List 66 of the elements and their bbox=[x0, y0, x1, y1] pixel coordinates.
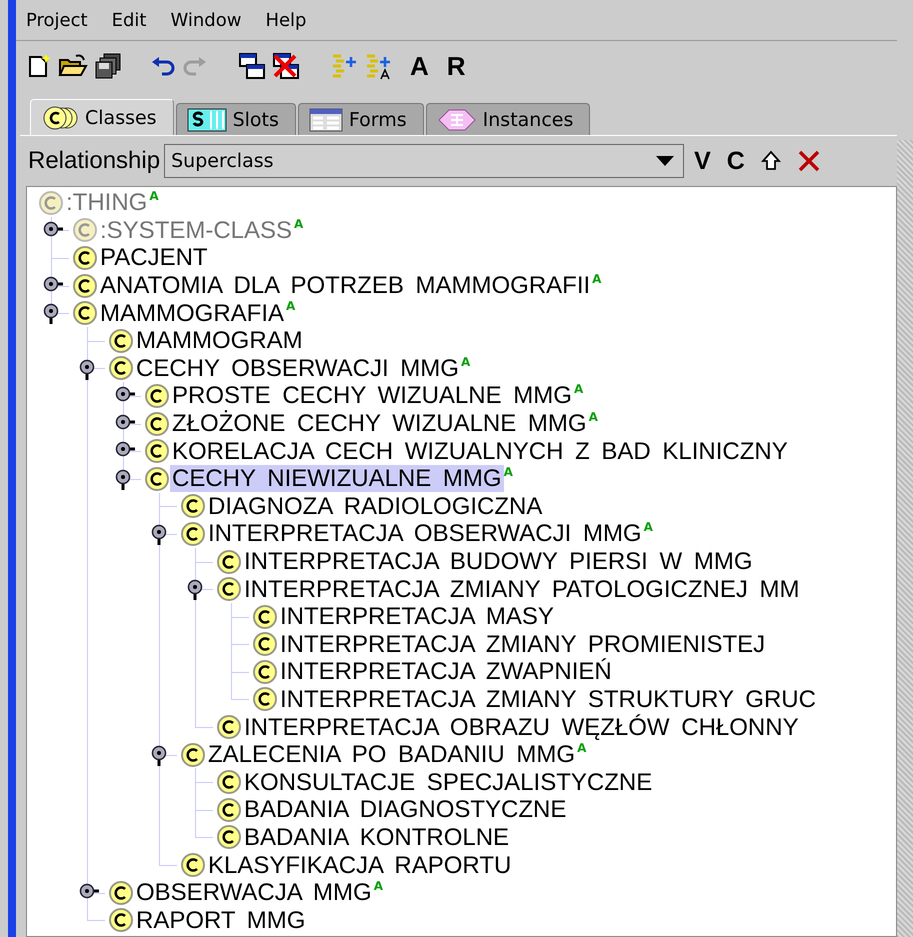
abstract-marker: A bbox=[574, 382, 584, 396]
tree-item[interactable]: INTERPRETACJA ZMIANY PROMIENISTEJ bbox=[278, 630, 768, 658]
view-button[interactable]: V bbox=[688, 146, 717, 176]
instance-icon bbox=[436, 108, 477, 132]
tree-item[interactable]: ZŁOŻONE CECHY WIZUALNE MMG bbox=[170, 410, 589, 438]
add-item-button[interactable] bbox=[330, 52, 358, 80]
abstract-marker: A bbox=[592, 272, 602, 286]
tab[interactable]: Slots bbox=[176, 103, 296, 135]
menu-item[interactable]: Window bbox=[170, 10, 242, 30]
slot-icon bbox=[186, 108, 227, 132]
menu-item[interactable]: Edit bbox=[112, 10, 146, 30]
tree-item[interactable]: RAPORT MMG bbox=[134, 906, 308, 934]
open-button[interactable] bbox=[58, 53, 88, 79]
save-button[interactable] bbox=[94, 53, 122, 79]
toolbar-button[interactable]: R bbox=[446, 50, 466, 82]
tab[interactable]: Instances bbox=[426, 103, 590, 135]
relationship-label: Relationship bbox=[28, 147, 160, 175]
tree-item[interactable]: PACJENT bbox=[98, 244, 210, 272]
caret-icon bbox=[655, 155, 676, 167]
tree-item[interactable]: KONSULTACJE SPECJALISTYCZNE bbox=[242, 768, 654, 796]
abstract-marker: A bbox=[504, 464, 513, 479]
abstract-marker: A bbox=[460, 354, 470, 369]
tree-item[interactable]: INTERPRETACJA MASY bbox=[278, 603, 556, 630]
tree-item[interactable]: KORELACJA CECH WIZUALNYCH Z BAD KLINICZNY bbox=[170, 438, 790, 465]
view-button[interactable]: C bbox=[720, 146, 751, 176]
tab[interactable]: Classes bbox=[30, 99, 174, 135]
tree-item[interactable]: BADANIA KONTROLNE bbox=[242, 824, 512, 851]
tree-item[interactable]: BADANIA DIAGNOSTYCZNE bbox=[242, 796, 568, 824]
tree-item[interactable]: INTERPRETACJA BUDOWY PIERSI W MMG bbox=[242, 548, 754, 576]
tree-item[interactable]: CECHY OBSERWACJI MMG bbox=[134, 354, 461, 382]
tab[interactable]: Forms bbox=[298, 103, 424, 135]
abstract-marker: A bbox=[588, 410, 598, 424]
tree-item[interactable]: INTERPRETACJA ZMIANY STRUKTURY GRUC bbox=[278, 686, 818, 713]
abstract-marker: A bbox=[644, 520, 653, 534]
tree-item[interactable]: DIAGNOZA RADIOLOGICZNA bbox=[206, 492, 544, 520]
new-button[interactable] bbox=[26, 53, 52, 79]
tree-item[interactable]: CECHY NIEWIZUALNE MMG bbox=[170, 465, 504, 492]
abstract-marker: A bbox=[149, 189, 159, 203]
abstract-marker: A bbox=[286, 299, 296, 314]
windows-button[interactable] bbox=[238, 52, 266, 80]
tree-item[interactable]: ANATOMIA DLA POTRZEB MAMMOGRAFII bbox=[98, 272, 592, 300]
abstract-marker: A bbox=[374, 878, 383, 893]
tree-item[interactable]: INTERPRETACJA ZMIANY PATOLOGICZNEJ MM bbox=[242, 576, 802, 603]
splitter-handle[interactable] bbox=[897, 140, 913, 937]
menu-item[interactable]: Help bbox=[265, 10, 306, 30]
tree-item[interactable]: INTERPRETACJA OBRAZU WĘZŁÓW CHŁONNY bbox=[242, 714, 801, 741]
tree-item[interactable]: MAMMOGRAFIA bbox=[98, 300, 286, 327]
tree-item[interactable]: INTERPRETACJA OBSERWACJI MMG bbox=[206, 520, 644, 548]
tree-item[interactable]: OBSERWACJA MMG bbox=[134, 879, 374, 906]
tree-item[interactable]: KLASYFIKACJA RAPORTU bbox=[206, 852, 514, 879]
abstract-marker: A bbox=[577, 740, 586, 755]
relationship-dropdown[interactable]: Superclass bbox=[164, 144, 684, 178]
close-windows-button[interactable] bbox=[272, 52, 300, 80]
toolbar-button[interactable]: A bbox=[410, 50, 429, 82]
tree-item[interactable]: PROSTE CECHY WIZUALNE MMG bbox=[170, 382, 574, 410]
undo-button[interactable] bbox=[150, 56, 176, 76]
tree-item[interactable]: :THING bbox=[64, 189, 150, 216]
tree-item[interactable]: MAMMOGRAM bbox=[134, 327, 305, 354]
tree-item[interactable]: :SYSTEM-CLASS bbox=[98, 216, 294, 244]
tree-item[interactable]: INTERPRETACJA ZWAPNIEŃ bbox=[278, 658, 614, 686]
class-icon bbox=[41, 104, 79, 130]
abstract-marker: A bbox=[294, 216, 304, 231]
menu-item[interactable]: Project bbox=[26, 10, 88, 30]
form-icon bbox=[308, 108, 343, 132]
add-item-alt-button[interactable] bbox=[364, 52, 392, 80]
tree-item[interactable]: ZALECENIA PO BADANIU MMG bbox=[206, 741, 578, 768]
